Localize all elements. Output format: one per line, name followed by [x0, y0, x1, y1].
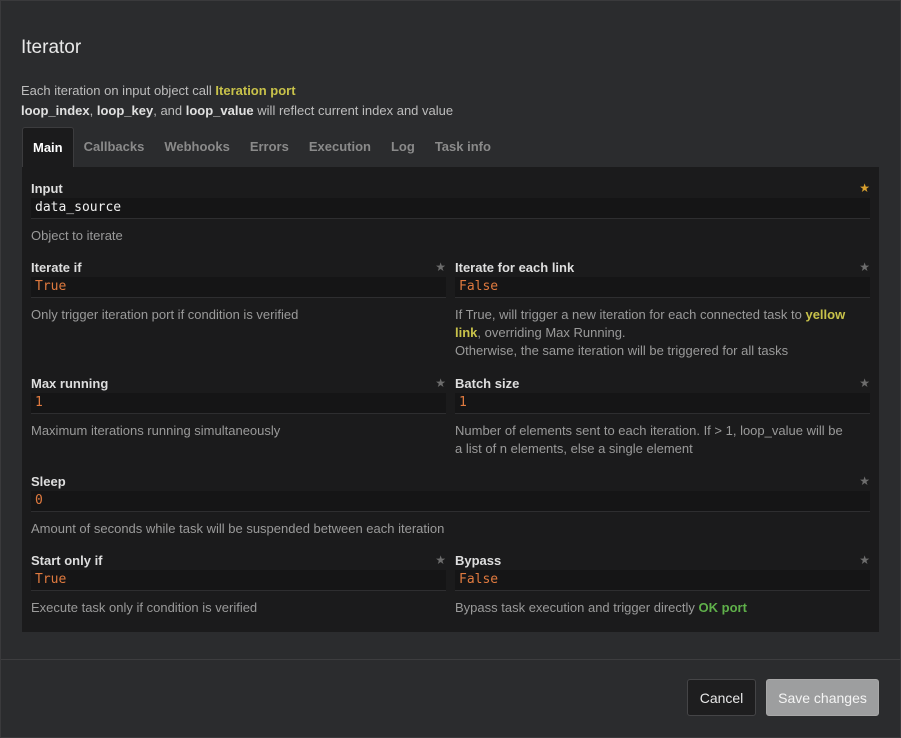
bypass-field: Bypass ★ False Bypass task execution and…: [455, 552, 870, 617]
batch-size-field: Batch size ★ 1 Number of elements sent t…: [455, 375, 870, 458]
star-icon[interactable]: ★: [859, 375, 870, 392]
star-icon[interactable]: ★: [859, 473, 870, 490]
star-icon[interactable]: ★: [859, 259, 870, 276]
dialog-title: Iterator: [21, 37, 82, 58]
tab-main[interactable]: Main: [22, 127, 74, 168]
sleep-help: Amount of seconds while task will be sus…: [31, 521, 445, 536]
description-line-2: loop_index, loop_key, and loop_value wil…: [21, 103, 454, 118]
max-running-value[interactable]: 1: [31, 393, 446, 414]
iterate-each-link-help: If True, will trigger a new iteration fo…: [455, 307, 846, 358]
star-icon[interactable]: ★: [435, 375, 446, 392]
ok-port-highlight: OK port: [698, 600, 747, 615]
star-icon[interactable]: ★: [435, 552, 446, 569]
tab-webhooks[interactable]: Webhooks: [154, 127, 240, 168]
yellow-highlight: yellow: [805, 307, 846, 322]
input-label: Input: [31, 181, 63, 196]
iterate-if-field: Iterate if ★ True Only trigger iteration…: [31, 259, 446, 324]
tab-task-info[interactable]: Task info: [425, 127, 501, 168]
batch-size-help: Number of elements sent to each iteratio…: [455, 423, 843, 456]
footer-divider: [1, 659, 900, 660]
input-help: Object to iterate: [31, 228, 123, 243]
iterator-dialog: Iterator Each iteration on input object …: [0, 0, 901, 738]
start-only-if-field: Start only if ★ True Execute task only i…: [31, 552, 446, 617]
input-value[interactable]: data_source: [31, 198, 870, 219]
description-line-1: Each iteration on input object call Iter…: [21, 83, 296, 98]
tab-callbacks[interactable]: Callbacks: [74, 127, 155, 168]
start-only-if-value[interactable]: True: [31, 570, 446, 591]
tab-errors[interactable]: Errors: [240, 127, 299, 168]
tab-execution[interactable]: Execution: [299, 127, 381, 168]
sleep-value[interactable]: 0: [31, 491, 870, 512]
bypass-label: Bypass: [455, 553, 502, 568]
max-running-help: Maximum iterations running simultaneousl…: [31, 423, 281, 438]
batch-size-value[interactable]: 1: [455, 393, 870, 414]
main-tab-panel: Input ★ data_source Object to iterate It…: [22, 167, 879, 632]
sleep-field: Sleep ★ 0 Amount of seconds while task w…: [31, 473, 870, 538]
batch-size-label: Batch size: [455, 376, 520, 391]
start-only-if-help: Execute task only if condition is verifi…: [31, 600, 258, 615]
star-icon[interactable]: ★: [435, 259, 446, 276]
bypass-help: Bypass task execution and trigger direct…: [455, 600, 747, 615]
iterate-each-link-field: Iterate for each link ★ False If True, w…: [455, 259, 870, 360]
bypass-value[interactable]: False: [455, 570, 870, 591]
iterate-each-link-label: Iterate for each link: [455, 260, 575, 275]
iteration-port-highlight: Iteration port: [215, 83, 296, 98]
iterate-if-value[interactable]: True: [31, 277, 446, 298]
iterate-if-label: Iterate if: [31, 260, 82, 275]
save-changes-button[interactable]: Save changes: [766, 679, 879, 716]
max-running-label: Max running: [31, 376, 109, 391]
sleep-label: Sleep: [31, 474, 66, 489]
max-running-field: Max running ★ 1 Maximum iterations runni…: [31, 375, 446, 440]
dialog-description: Each iteration on input object call Iter…: [21, 81, 453, 121]
tab-bar: Main Callbacks Webhooks Errors Execution…: [22, 127, 501, 168]
tab-log[interactable]: Log: [381, 127, 425, 168]
iterate-if-help: Only trigger iteration port if condition…: [31, 307, 299, 322]
cancel-button[interactable]: Cancel: [687, 679, 756, 716]
iterate-each-link-value[interactable]: False: [455, 277, 870, 298]
link-highlight: link: [455, 325, 478, 340]
required-star-icon[interactable]: ★: [859, 180, 870, 197]
star-icon[interactable]: ★: [859, 552, 870, 569]
input-field: Input ★ data_source Object to iterate: [31, 180, 870, 245]
start-only-if-label: Start only if: [31, 553, 103, 568]
